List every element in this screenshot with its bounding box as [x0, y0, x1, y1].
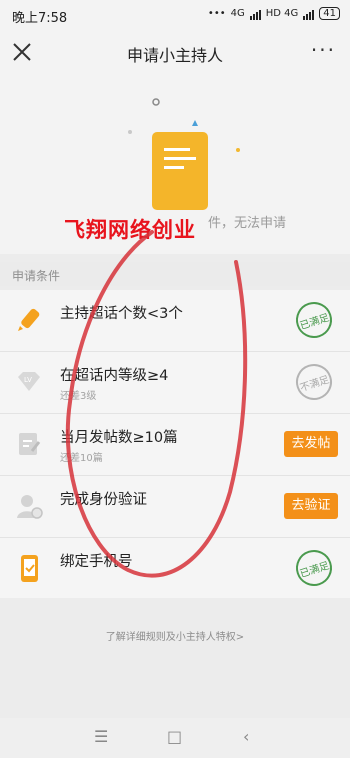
- menu-icon[interactable]: ☰: [94, 727, 108, 746]
- condition-title: 完成身份验证: [60, 492, 147, 508]
- home-icon[interactable]: □: [167, 727, 182, 746]
- condition-subtitle: 还差10篇: [60, 453, 103, 464]
- condition-row-level: LV 在超话内等级≥4 还差3级 不满足: [0, 352, 350, 414]
- status-badge-unsatisfied: 不满足: [291, 359, 337, 405]
- status-message: 件，无法申请: [208, 216, 287, 231]
- watermark-text: 飞翔网络创业: [64, 218, 196, 242]
- condition-title: 当月发帖数≥10篇: [60, 430, 178, 446]
- svg-text:LV: LV: [24, 376, 32, 384]
- level-icon: LV: [18, 372, 40, 391]
- condition-row-posts: 当月发帖数≥10篇 还差10篇 去发帖: [0, 414, 350, 476]
- document-illustration-icon: [128, 98, 240, 210]
- post-icon: [19, 433, 41, 455]
- condition-row-verify: 完成身份验证 去验证: [0, 476, 350, 538]
- footer-section: 了解详细规则及小主持人特权>: [0, 598, 350, 668]
- hero-section: 件，无法申请 飞翔网络创业: [0, 74, 350, 254]
- phone-icon: [21, 555, 38, 582]
- more-menu-button[interactable]: ···: [311, 38, 336, 62]
- go-post-button[interactable]: 去发帖: [284, 431, 338, 457]
- status-badge-satisfied: 已满足: [291, 545, 337, 591]
- pen-icon: [18, 308, 40, 331]
- system-nav-bar: ☰ □ ‹: [0, 718, 350, 758]
- conditions-list: 主持超话个数<3个 已满足 LV 在超话内等级≥4 还差3级 不满足 当月发帖数…: [0, 290, 350, 600]
- condition-row-host-count: 主持超话个数<3个 已满足: [0, 290, 350, 352]
- condition-row-phone: 绑定手机号 已满足: [0, 538, 350, 600]
- network-hd-label: HD 4G: [265, 8, 299, 19]
- signal-icon: [249, 8, 261, 20]
- id-icon: [17, 495, 43, 519]
- rules-link[interactable]: 了解详细规则及小主持人特权>: [0, 628, 350, 643]
- status-icons: ••• 4G HD 4G 41: [208, 7, 340, 20]
- go-verify-button[interactable]: 去验证: [284, 493, 338, 519]
- condition-subtitle: 还差3级: [60, 391, 97, 402]
- condition-title: 在超话内等级≥4: [60, 368, 169, 384]
- section-header: 申请条件: [0, 262, 350, 286]
- nav-bar: 申请小主持人 ···: [0, 30, 350, 74]
- condition-title: 绑定手机号: [60, 554, 133, 570]
- network-4g-label: 4G: [230, 8, 245, 19]
- back-icon[interactable]: ‹: [243, 727, 249, 746]
- status-dots: •••: [207, 8, 226, 19]
- status-time: 晚上7:58: [12, 11, 68, 26]
- signal-icon-2: [303, 8, 315, 20]
- section-label: 申请条件: [12, 269, 61, 283]
- battery-icon: 41: [319, 7, 340, 20]
- status-bar: 晚上7:58 ••• 4G HD 4G 41: [0, 0, 350, 30]
- condition-title: 主持超话个数<3个: [60, 306, 183, 322]
- status-badge-satisfied: 已满足: [291, 297, 337, 343]
- page-title: 申请小主持人: [126, 46, 223, 65]
